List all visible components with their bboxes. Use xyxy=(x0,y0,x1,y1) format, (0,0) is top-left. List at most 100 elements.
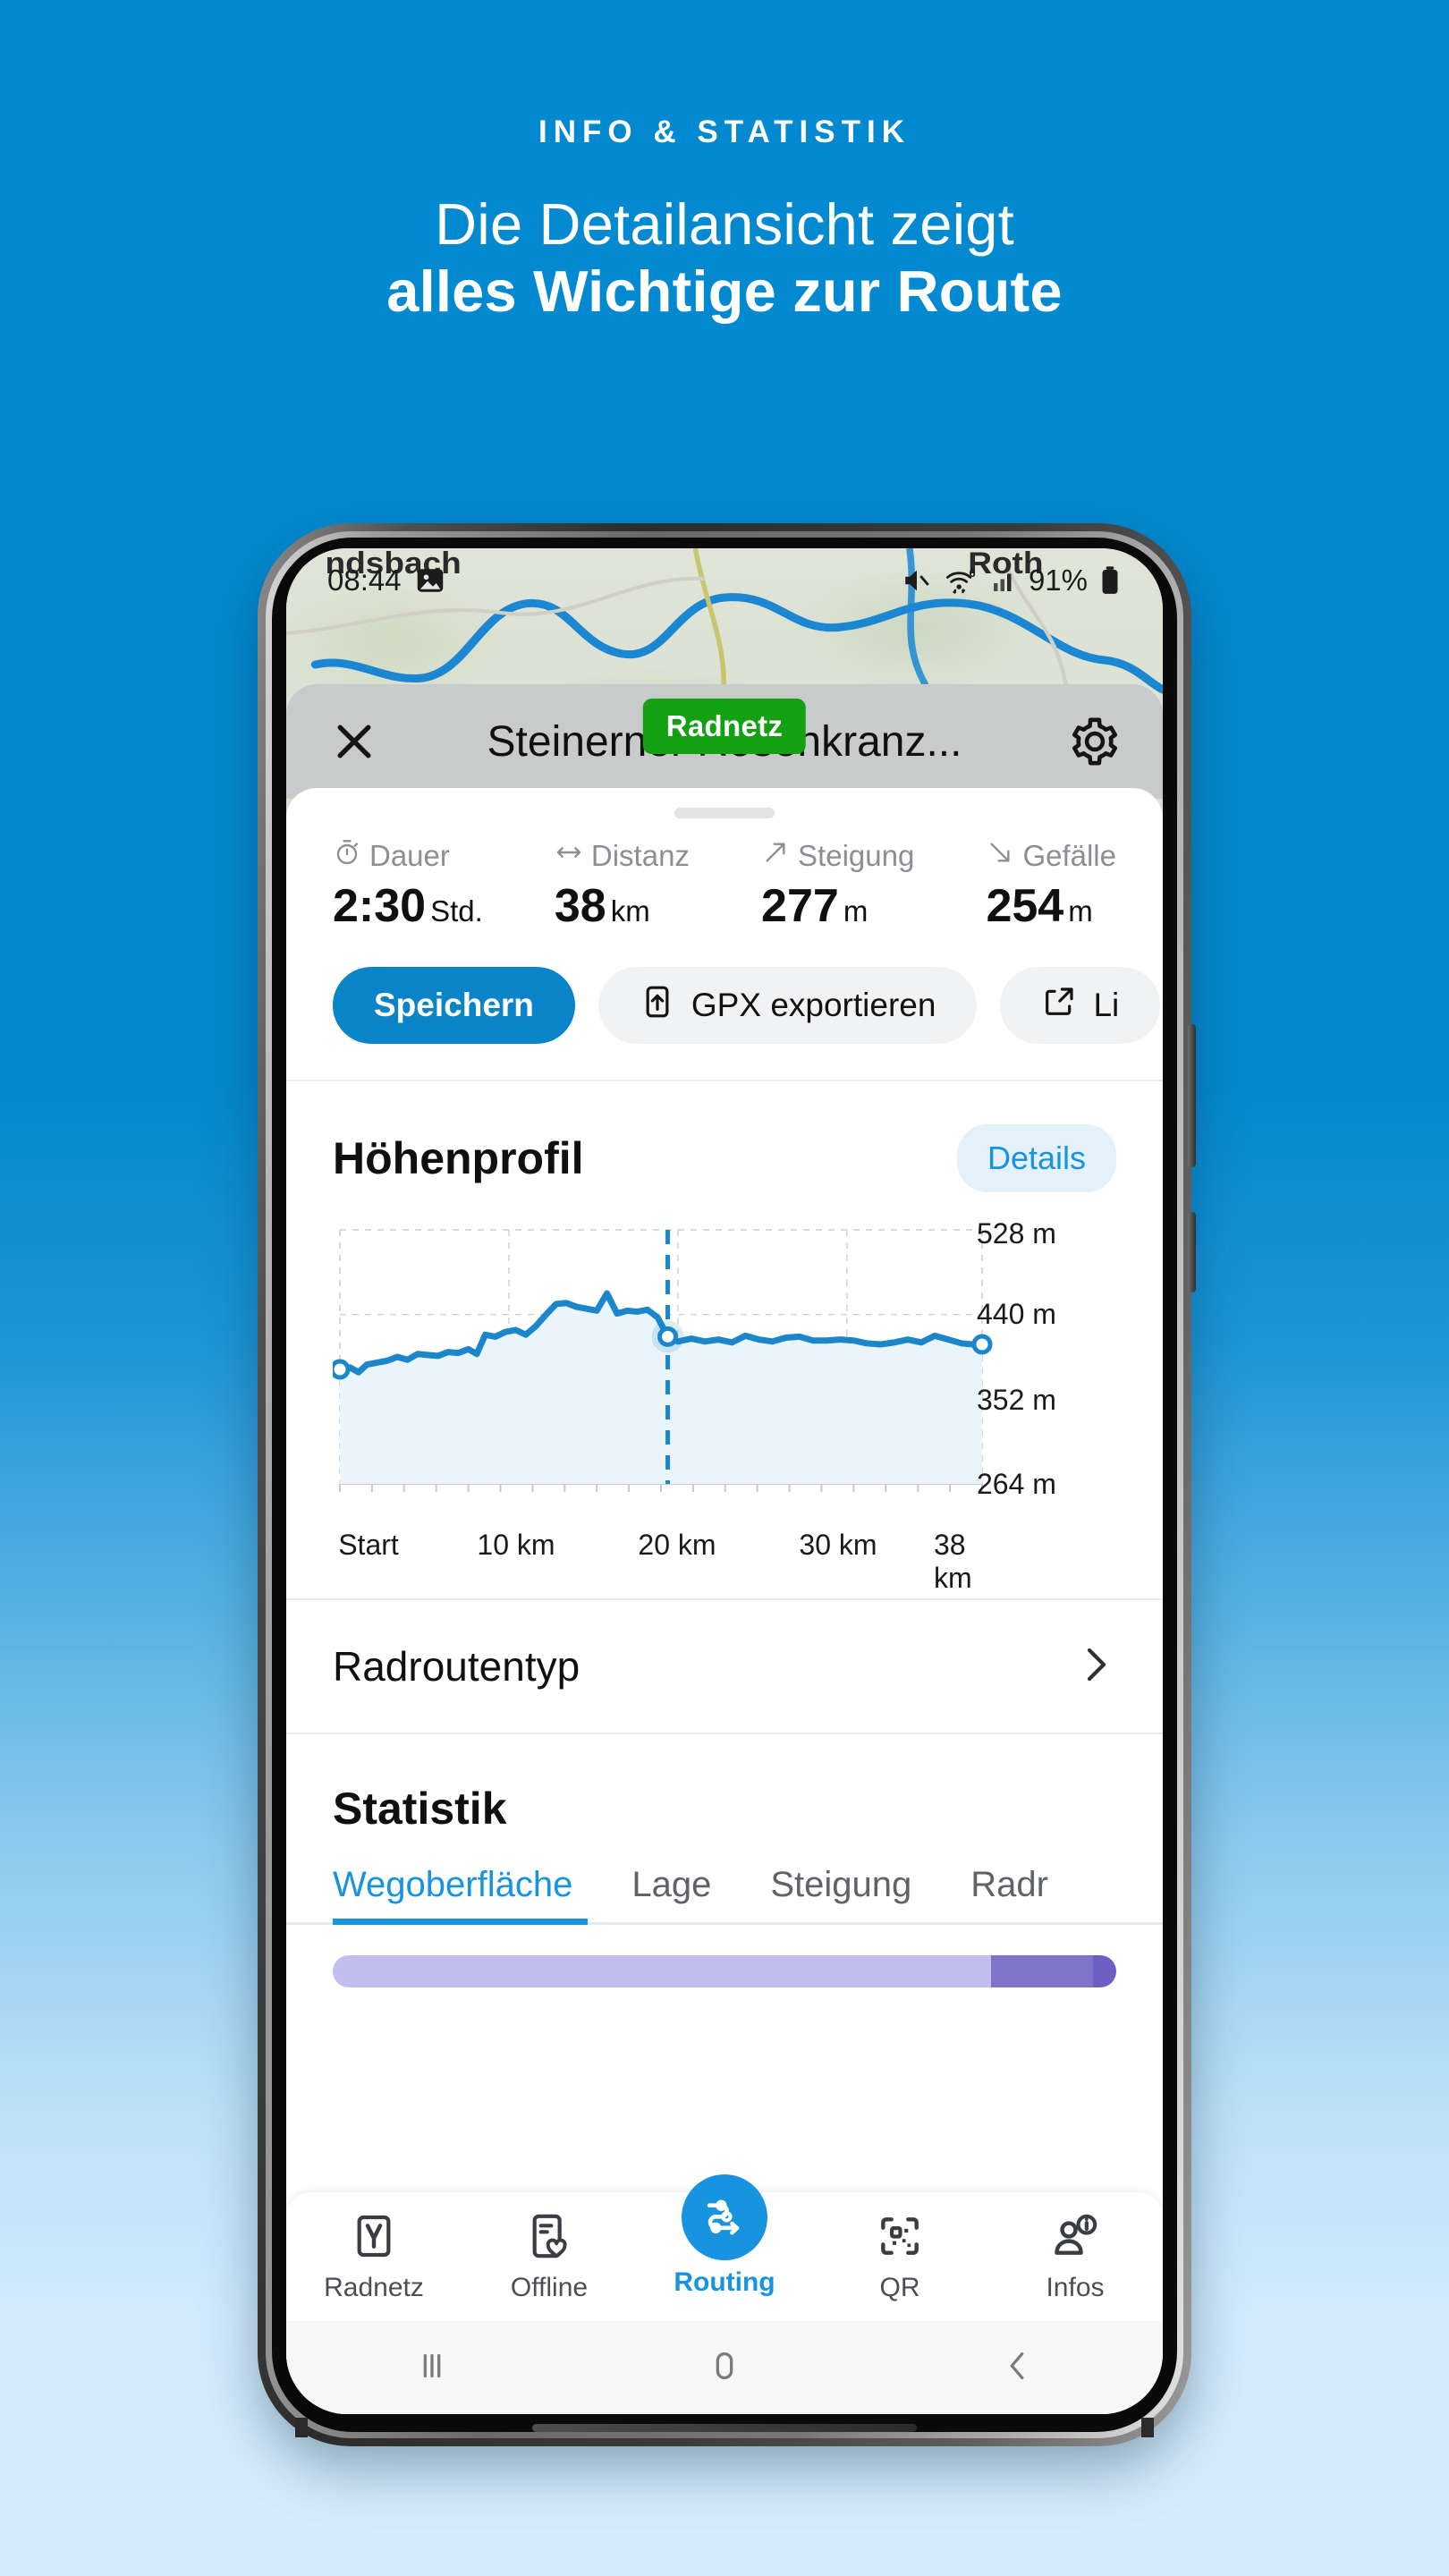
save-button-label: Speichern xyxy=(374,987,534,1023)
phone-mockup: ndsbach Roth ltst 08:44 xyxy=(258,523,1196,2446)
volume-mute-icon xyxy=(902,565,932,596)
stat-distanz: Distanz 38 km xyxy=(555,838,690,933)
stat-number-gefaelle: 254 xyxy=(986,880,1064,932)
stat-dauer: Dauer 2:30 Std. xyxy=(333,838,483,933)
stat-value-steigung: 277 m xyxy=(761,879,914,933)
status-time: 08:44 xyxy=(327,564,402,597)
status-bar-left: 08:44 xyxy=(327,564,446,597)
statistik-tab-bar: Wegoberfläche Lage Steigung Radr xyxy=(286,1835,1163,1925)
nav-label-qr: QR xyxy=(879,2272,920,2302)
route-type-row[interactable]: Radroutentyp xyxy=(286,1600,1163,1733)
action-button-row: Speichern GPX exportieren Li xyxy=(286,933,1163,1080)
nav-item-qr[interactable]: QR xyxy=(833,2211,967,2303)
tab-lage[interactable]: Lage xyxy=(631,1865,711,1925)
arrows-horizontal-icon xyxy=(555,838,583,874)
battery-full-icon xyxy=(1098,565,1122,596)
routing-icon[interactable] xyxy=(682,2174,767,2260)
surface-segment-0 xyxy=(333,1955,991,1987)
elevation-marker-0 xyxy=(333,1359,351,1380)
close-x-icon[interactable] xyxy=(318,706,390,777)
back-chevron-icon[interactable] xyxy=(996,2345,1038,2391)
share-link-label: Li xyxy=(1093,987,1120,1023)
elevation-y-axis: 528 m 440 m 352 m 264 m xyxy=(964,1217,1116,1520)
surface-progress-bar[interactable] xyxy=(333,1955,1116,1987)
tab-steigung[interactable]: Steigung xyxy=(770,1865,911,1925)
image-icon xyxy=(414,564,446,597)
x-tick-20km: 20 km xyxy=(638,1529,716,1561)
headline-line-2: alles Wichtige zur Route xyxy=(386,258,1063,325)
radnetz-y-icon xyxy=(349,2211,399,2266)
stat-unit-dauer: Std. xyxy=(430,894,483,928)
stat-label-steigung: Steigung xyxy=(798,839,915,872)
save-button[interactable]: Speichern xyxy=(333,967,575,1044)
wifi-icon: 6 xyxy=(943,565,980,596)
gpx-export-button[interactable]: GPX exportieren xyxy=(597,967,978,1044)
statistik-title: Statistik xyxy=(333,1784,507,1834)
nav-item-radnetz[interactable]: Radnetz xyxy=(307,2211,441,2303)
detail-bottom-sheet: Dauer 2:30 Std. Distanz 38 km Steigung 2… xyxy=(286,788,1163,2414)
power-button[interactable] xyxy=(1188,1212,1196,1292)
elevation-section: Höhenprofil Details 528 m 440 m 352 m 26… xyxy=(286,1081,1163,1594)
qr-code-icon xyxy=(875,2211,925,2266)
gear-icon[interactable] xyxy=(1059,706,1131,777)
stat-unit-steigung: m xyxy=(843,894,869,928)
frame-antenna-right xyxy=(1141,2418,1154,2437)
nav-item-offline[interactable]: Offline xyxy=(482,2211,616,2303)
share-link-button[interactable]: Li xyxy=(1000,967,1161,1044)
x-tick-30km: 30 km xyxy=(799,1529,877,1561)
tab-wegoberflaeche[interactable]: Wegoberfläche xyxy=(333,1865,572,1925)
phone-bottom-speaker xyxy=(532,2424,917,2432)
chevron-right-icon xyxy=(1073,1643,1116,1690)
person-info-icon xyxy=(1050,2211,1100,2266)
battery-percent-label: 91% xyxy=(1028,564,1088,597)
arrow-down-right-icon xyxy=(986,838,1014,874)
elevation-marker-1 xyxy=(657,1326,679,1347)
tab-active-indicator xyxy=(333,1919,588,1925)
upload-icon xyxy=(640,984,675,1028)
stat-label-dauer: Dauer xyxy=(369,839,450,872)
status-bar-right: 6 91% xyxy=(902,564,1122,597)
stopwatch-icon xyxy=(333,838,361,874)
hero-text-block: INFO & STATISTIK Die Detailansicht zeigt… xyxy=(0,0,1449,326)
stat-label-distanz: Distanz xyxy=(590,839,690,872)
tab-radnetz[interactable]: Radr xyxy=(970,1865,1048,1925)
elevation-chart[interactable]: 528 m 440 m 352 m 264 m Start 10 km 20 k… xyxy=(333,1217,1116,1594)
arrow-up-right-icon xyxy=(761,838,790,874)
elevation-x-axis: Start 10 km 20 km 30 km 38 km xyxy=(333,1529,1009,1594)
x-tick-10km: 10 km xyxy=(477,1529,555,1561)
frame-antenna-left xyxy=(295,2418,308,2437)
y-tick-528: 528 m xyxy=(977,1217,1056,1250)
stat-steigung: Steigung 277 m xyxy=(761,838,914,933)
stat-number-distanz: 38 xyxy=(554,880,606,932)
elevation-title: Höhenprofil xyxy=(333,1133,584,1183)
x-tick-38km: 38 km xyxy=(934,1529,972,1594)
volume-button[interactable] xyxy=(1188,1024,1196,1167)
stat-value-gefaelle: 254 m xyxy=(986,879,1116,933)
y-tick-440: 440 m xyxy=(977,1298,1056,1330)
nav-item-routing[interactable]: Routing xyxy=(657,2174,792,2298)
offline-heart-icon xyxy=(524,2211,574,2266)
home-pill-icon[interactable] xyxy=(704,2345,745,2391)
wifi-generation-badge: 6 xyxy=(969,566,975,580)
stat-unit-distanz: km xyxy=(610,894,650,928)
stat-gefaelle: Gefälle 254 m xyxy=(986,838,1116,933)
headline-line-1: Die Detailansicht zeigt xyxy=(435,191,1014,257)
nav-item-infos[interactable]: Infos xyxy=(1008,2211,1142,2303)
nav-label-offline: Offline xyxy=(510,2272,589,2302)
sheet-drag-handle[interactable] xyxy=(674,808,775,818)
y-tick-352: 352 m xyxy=(977,1384,1056,1416)
recents-bars-icon[interactable] xyxy=(411,2345,453,2391)
gpx-export-label: GPX exportieren xyxy=(691,987,936,1023)
elevation-details-button[interactable]: Details xyxy=(956,1124,1116,1192)
status-badge: Radnetz xyxy=(642,699,807,754)
route-type-label: Radroutentyp xyxy=(333,1643,580,1690)
android-status-bar: 08:44 6 91% xyxy=(286,548,1163,613)
y-tick-264: 264 m xyxy=(977,1468,1056,1500)
stat-label-gefaelle: Gefälle xyxy=(1022,839,1116,872)
x-tick-start: Start xyxy=(338,1529,399,1561)
stat-number-dauer: 2:30 xyxy=(333,880,427,932)
surface-segment-2 xyxy=(1092,1955,1116,1987)
cellular-signal-icon xyxy=(991,567,1018,594)
android-nav-bar xyxy=(286,2321,1163,2414)
stat-value-distanz: 38 km xyxy=(555,879,690,933)
